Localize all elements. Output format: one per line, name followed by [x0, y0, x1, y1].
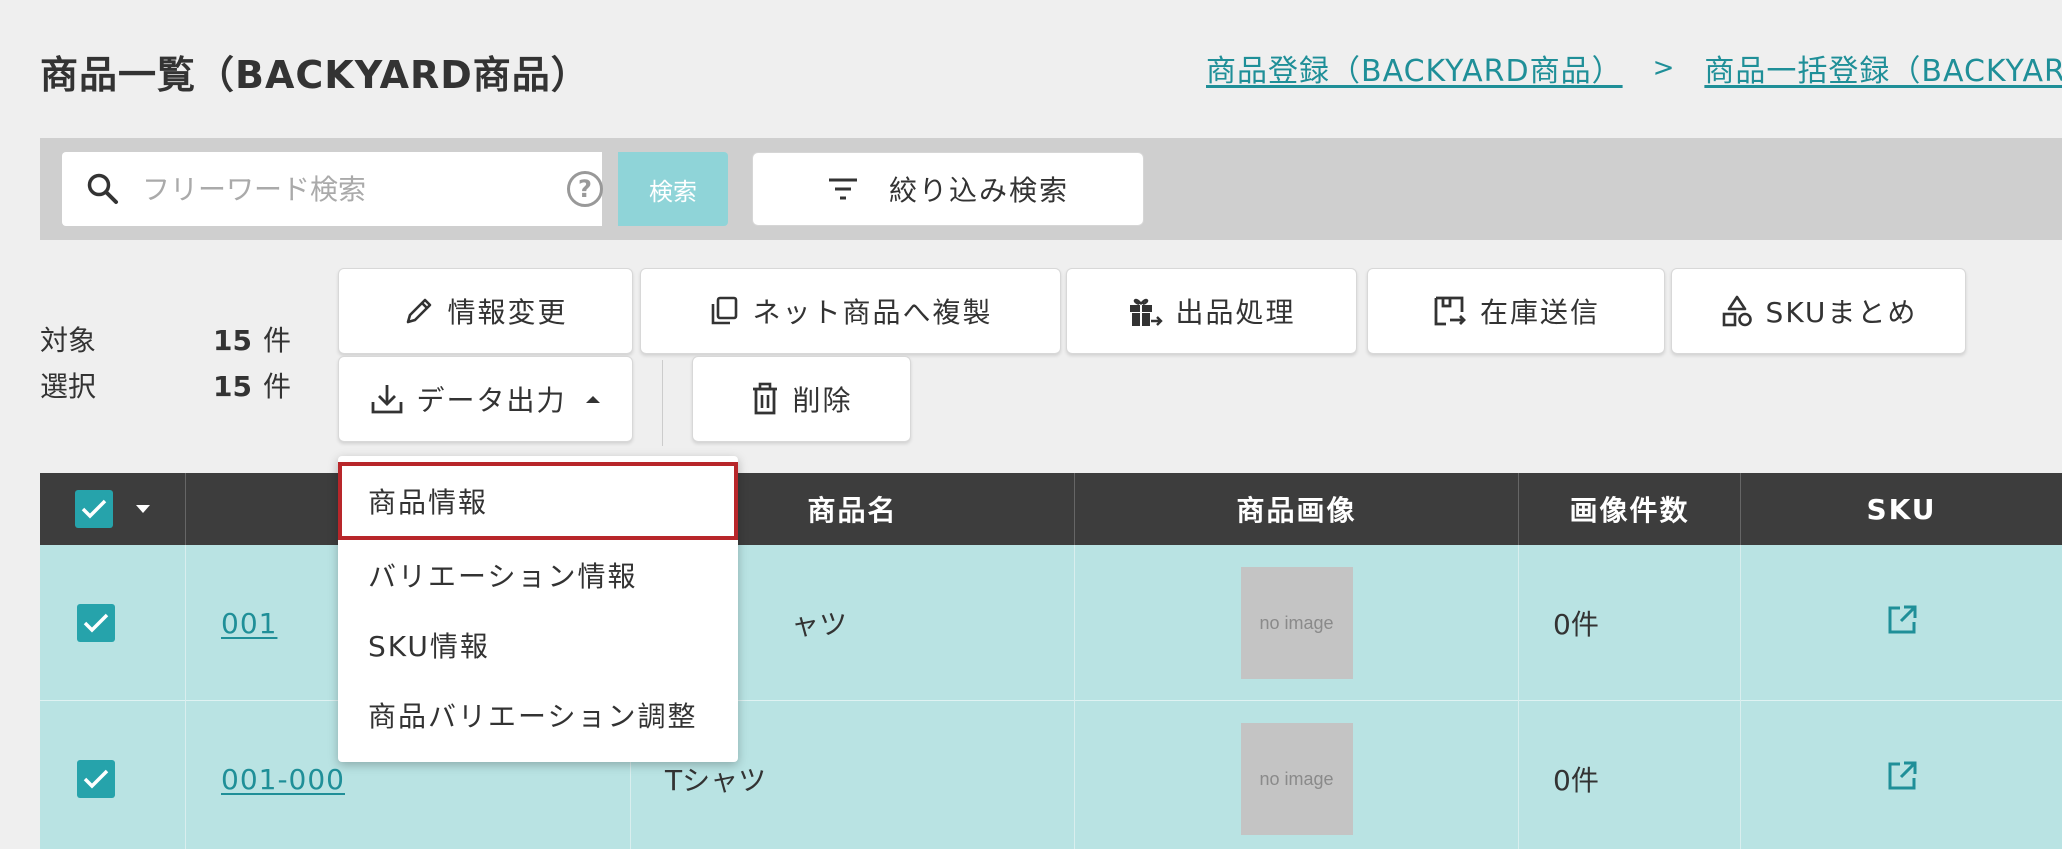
target-count-value: 15: [213, 324, 252, 357]
data-export-label: データ出力: [416, 384, 567, 417]
check-icon: [83, 613, 109, 633]
breadcrumb-link-product-register[interactable]: 商品登録（BACKYARD商品）: [1206, 46, 1623, 90]
page-title: 商品一覧（BACKYARD商品）: [40, 53, 590, 97]
delete-button[interactable]: 削除: [692, 356, 911, 442]
row-image-count: 0件: [1519, 545, 1741, 701]
edit-info-button[interactable]: 情報変更: [338, 268, 633, 354]
row-image-cell: no image: [1075, 545, 1519, 701]
item-counts: 対象 15 件 選択 15 件: [40, 318, 291, 410]
menu-item-sku-info[interactable]: SKU情報: [338, 610, 738, 680]
duplicate-to-net-button[interactable]: ネット商品へ複製: [640, 268, 1061, 354]
sku-merge-button[interactable]: SKUまとめ: [1671, 268, 1966, 354]
menu-item-variation-adjust[interactable]: 商品バリエーション調整: [338, 680, 738, 750]
stock-send-button[interactable]: 在庫送信: [1367, 268, 1665, 354]
sku-merge-label: SKUまとめ: [1765, 296, 1918, 329]
search-icon: [87, 173, 118, 204]
toolbar-divider: [662, 360, 663, 446]
target-count-label: 対象: [40, 324, 97, 357]
header-sku: SKU: [1866, 492, 1937, 526]
export-dropdown-menu: 商品情報 バリエーション情報 SKU情報 商品バリエーション調整: [338, 456, 738, 762]
search-box: ?: [62, 152, 603, 226]
gift-icon: [1130, 298, 1164, 326]
row-image-cell: no image: [1075, 701, 1519, 849]
breadcrumb-link-bulk-register[interactable]: 商品一括登録（BACKYARD: [1704, 46, 2062, 90]
filter-icon: [828, 178, 857, 200]
stock-send-label: 在庫送信: [1479, 296, 1600, 329]
breadcrumb: 商品登録（BACKYARD商品） > 商品一括登録（BACKYARD: [1206, 46, 2062, 90]
row-image-count: 0件: [1519, 701, 1741, 849]
selected-count-label: 選択: [40, 370, 97, 403]
no-image-placeholder: no image: [1240, 567, 1353, 679]
download-icon: [372, 385, 403, 414]
breadcrumb-separator: >: [1652, 53, 1675, 83]
filter-search-label: 絞り込み検索: [888, 174, 1069, 207]
stock-send-icon: [1434, 296, 1466, 326]
selected-count-unit: 件: [263, 370, 292, 403]
external-link-icon[interactable]: [1886, 760, 1918, 792]
row-sku-cell: [1741, 545, 2062, 701]
product-code-link[interactable]: 001-000: [221, 763, 345, 796]
trash-icon: [753, 382, 778, 415]
row-checkbox[interactable]: [77, 604, 115, 642]
duplicate-to-net-label: ネット商品へ複製: [752, 296, 993, 329]
delete-label: 削除: [792, 384, 853, 417]
chevron-down-icon[interactable]: [135, 504, 151, 514]
row-sku-cell: [1741, 701, 2062, 849]
menu-item-variation-info[interactable]: バリエーション情報: [338, 540, 738, 610]
menu-item-product-info[interactable]: 商品情報: [338, 462, 738, 540]
selected-count-value: 15: [213, 370, 252, 403]
pencil-icon: [407, 298, 432, 324]
select-all-checkbox[interactable]: [74, 490, 113, 528]
target-count-unit: 件: [263, 324, 292, 357]
listing-process-label: 出品処理: [1175, 296, 1296, 329]
header-image-count: 画像件数: [1519, 473, 1741, 545]
check-icon: [81, 499, 106, 519]
search-input[interactable]: [142, 164, 522, 214]
data-export-button[interactable]: データ出力: [338, 356, 633, 442]
listing-process-button[interactable]: 出品処理: [1066, 268, 1357, 354]
check-icon: [83, 769, 109, 789]
row-checkbox[interactable]: [77, 760, 115, 798]
filter-search-button[interactable]: 絞り込み検索: [752, 152, 1144, 226]
caret-up-icon: [585, 396, 600, 403]
search-bar: ? 検索 絞り込み検索: [40, 138, 2062, 240]
row-select-cell: [40, 545, 186, 701]
shapes-icon: [1722, 295, 1752, 327]
no-image-placeholder: no image: [1240, 723, 1353, 835]
help-icon[interactable]: ?: [567, 171, 603, 207]
row-select-cell: [40, 701, 186, 849]
copy-icon: [712, 296, 738, 325]
edit-info-label: 情報変更: [447, 296, 568, 329]
external-link-icon[interactable]: [1886, 604, 1918, 636]
search-button[interactable]: 検索: [618, 152, 728, 226]
product-code-link[interactable]: 001: [221, 607, 277, 640]
header-product-image: 商品画像: [1075, 473, 1519, 545]
header-select-all-cell: [40, 473, 186, 545]
